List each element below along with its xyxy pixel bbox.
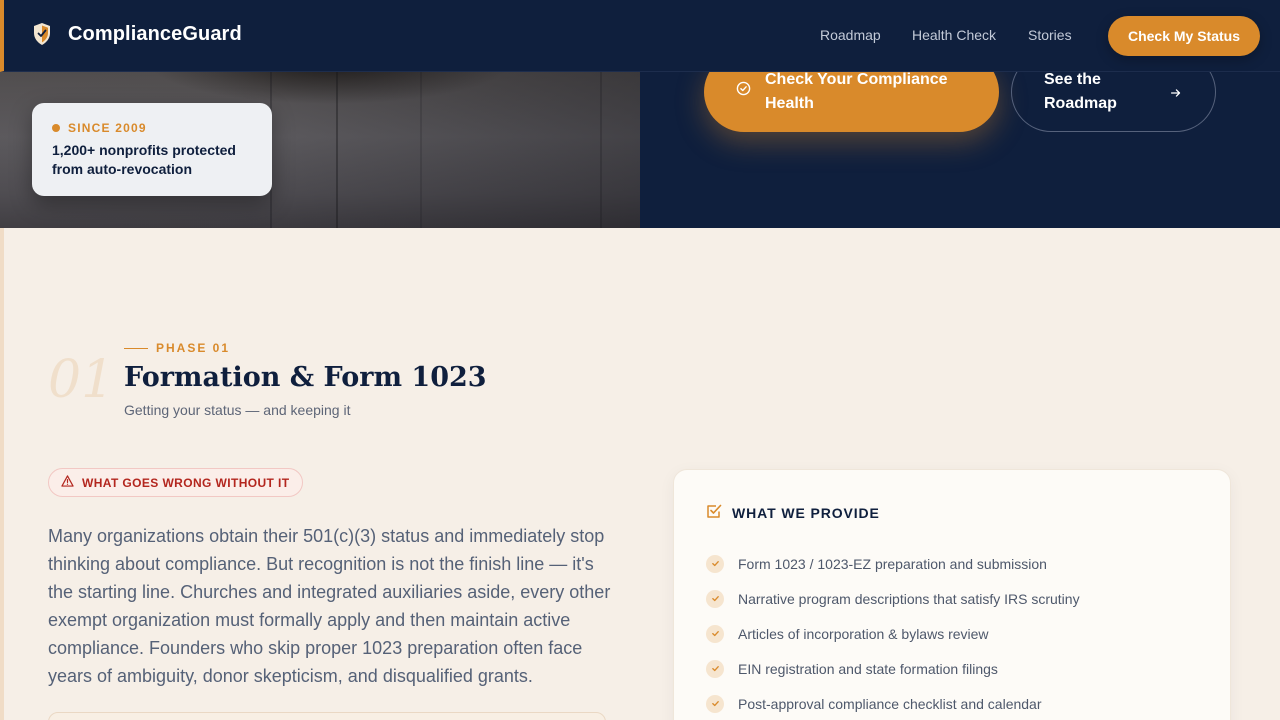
- next-card: [48, 712, 606, 720]
- since-label-text: SINCE 2009: [68, 121, 147, 135]
- provide-heading: WHAT WE PROVIDE: [706, 503, 880, 522]
- provide-list: Form 1023 / 1023-EZ preparation and subm…: [706, 546, 1080, 720]
- check-icon: [706, 589, 724, 608]
- brand-name: ComplianceGuard: [68, 22, 242, 45]
- list-item-text: Articles of incorporation & bylaws revie…: [738, 625, 989, 642]
- list-item-text: EIN registration and state formation fil…: [738, 660, 998, 677]
- list-item: Articles of incorporation & bylaws revie…: [706, 616, 1080, 651]
- list-item: Post-approval compliance checklist and c…: [706, 686, 1080, 720]
- check-icon: [706, 694, 724, 713]
- check-icon: [706, 659, 724, 678]
- list-item: EIN registration and state formation fil…: [706, 651, 1080, 686]
- check-icon: [706, 624, 724, 643]
- section-accent-bar: [0, 228, 4, 720]
- check-icon: [706, 554, 724, 573]
- phase-label: PHASE 01: [124, 341, 230, 355]
- phase-label-text: PHASE 01: [156, 341, 231, 355]
- phase-number: 01: [48, 350, 115, 410]
- what-we-provide-card: WHAT WE PROVIDE Form 1023 / 1023-EZ prep…: [673, 469, 1231, 720]
- arrow-right-icon: [1169, 84, 1183, 108]
- phase-title: Formation & Form 1023: [124, 362, 487, 393]
- nav-link-health-check[interactable]: Health Check: [912, 27, 996, 43]
- list-item-text: Form 1023 / 1023-EZ preparation and subm…: [738, 555, 1047, 572]
- phase-label-line: [124, 347, 148, 349]
- warning-triangle-icon: [61, 475, 74, 490]
- brand[interactable]: ComplianceGuard: [32, 22, 242, 46]
- warning-badge: WHAT GOES WRONG WITHOUT IT: [48, 468, 303, 497]
- warning-badge-text: WHAT GOES WRONG WITHOUT IT: [82, 475, 290, 490]
- nav-link-stories[interactable]: Stories: [1028, 27, 1072, 43]
- checklist-icon: [706, 503, 722, 522]
- list-item-text: Post-approval compliance checklist and c…: [738, 695, 1042, 712]
- list-item: Narrative program descriptions that sati…: [706, 581, 1080, 616]
- since-label: SINCE 2009: [52, 121, 252, 135]
- provide-heading-text: WHAT WE PROVIDE: [732, 504, 880, 521]
- primary-button-label: Check Your Compliance Health: [765, 71, 948, 112]
- since-card: SINCE 2009 1,200+ nonprofits protected f…: [32, 103, 272, 196]
- list-item: Form 1023 / 1023-EZ preparation and subm…: [706, 546, 1080, 581]
- phase-body-text: Many organizations obtain their 501(c)(3…: [48, 526, 611, 686]
- check-my-status-button[interactable]: Check My Status: [1108, 16, 1260, 56]
- since-text: 1,200+ nonprofits protected from auto-re…: [52, 142, 236, 177]
- nav-link-roadmap[interactable]: Roadmap: [820, 27, 881, 43]
- top-nav: ComplianceGuard Roadmap Health Check Sto…: [0, 0, 1280, 72]
- shield-logo-icon: [32, 22, 52, 46]
- status-dot: [52, 124, 60, 132]
- list-item-text: Narrative program descriptions that sati…: [738, 590, 1080, 607]
- phase-subtitle: Getting your status — and keeping it: [124, 402, 351, 418]
- check-circle-icon: [736, 80, 751, 104]
- secondary-button-label: See the Roadmap: [1044, 71, 1117, 112]
